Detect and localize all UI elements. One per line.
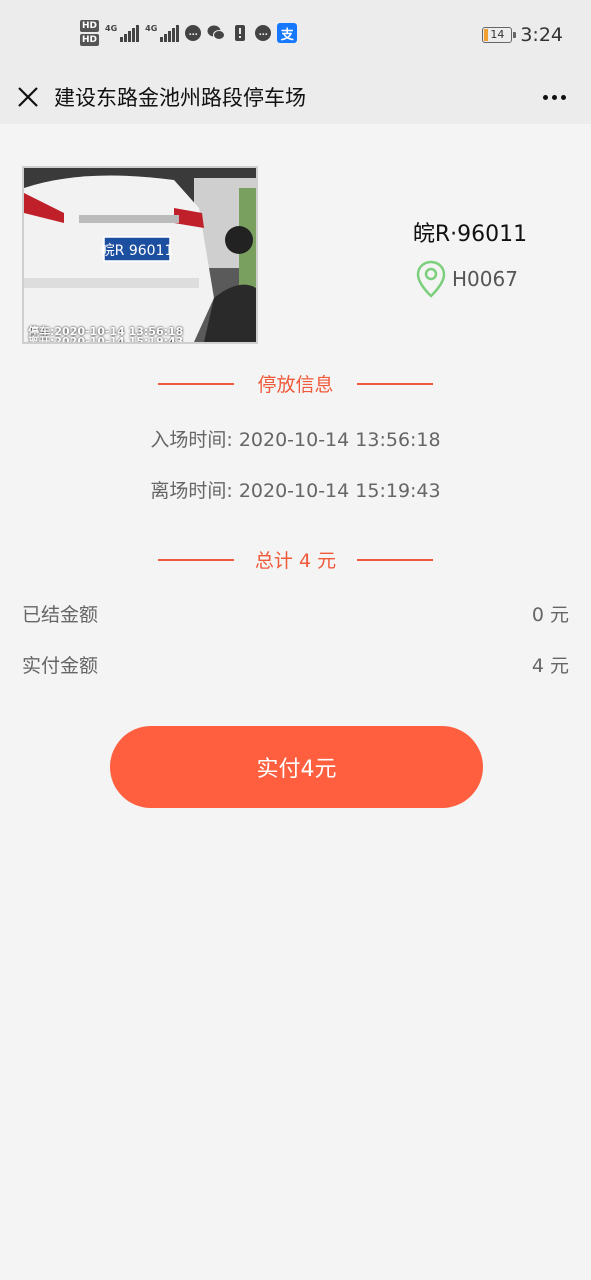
status-icons: HD HD 4G 4G … … 支 [80, 20, 298, 46]
battery-icon: 14 [482, 27, 517, 43]
settled-amount-row: 已结金额 0 元 [22, 600, 569, 627]
pay-button[interactable]: 实付4元 [110, 726, 483, 808]
parking-info-heading: 停放信息 [158, 370, 433, 397]
close-button[interactable] [14, 79, 42, 115]
divider [158, 382, 234, 385]
entry-time: 入场时间: 2020-10-14 13:56:18 [150, 429, 441, 451]
parking-spot: H0067 [416, 260, 518, 298]
divider [158, 558, 234, 561]
photo-timestamp: 离开:2020-10-14 15:19:43 [28, 335, 184, 344]
spot-code: H0067 [452, 267, 518, 291]
nav-bar: 建设东路金池州路段停车场 [0, 70, 591, 124]
hd-indicators: HD HD [80, 20, 100, 46]
section-title: 停放信息 [257, 374, 334, 396]
vehicle-photo[interactable]: 皖R 96011 停车:2020-10-14 13:56:18 离开:2020-… [22, 166, 258, 344]
divider [356, 382, 433, 385]
battery-level: 14 [490, 28, 505, 41]
network-type: 4G [105, 24, 118, 33]
total-heading: 总计 4 元 [158, 546, 433, 573]
exit-time: 离场时间: 2020-10-14 15:19:43 [150, 480, 441, 502]
page-title: 建设东路金池州路段停车场 [54, 86, 306, 110]
hd-badge: HD [80, 34, 100, 46]
paid-amount-value: 4 元 [531, 655, 569, 677]
network-type: 4G [145, 24, 158, 33]
signal-icon: 4G [145, 24, 180, 42]
photo-plate-text: 皖R 96011 [101, 243, 174, 259]
location-pin-icon [416, 260, 446, 298]
message-icon: … [185, 25, 202, 41]
clock: 3:24 [520, 24, 563, 46]
settled-amount-value: 0 元 [531, 604, 569, 626]
section-title: 总计 4 元 [254, 550, 337, 572]
alert-icon [231, 24, 249, 42]
paid-amount-label: 实付金额 [22, 655, 99, 677]
more-options-button[interactable] [539, 82, 569, 112]
status-bar: HD HD 4G 4G … … 支 14 3:24 [0, 0, 591, 70]
license-plate: 皖R·96011 [412, 222, 528, 247]
more-icon [542, 94, 548, 100]
alipay-icon: 支 [277, 23, 298, 43]
paid-amount-row: 实付金额 4 元 [22, 651, 569, 678]
hd-badge: HD [80, 20, 100, 32]
settled-amount-label: 已结金额 [22, 604, 99, 626]
signal-icon: 4G [105, 24, 140, 42]
close-icon[interactable] [17, 86, 39, 108]
message-icon: … [255, 25, 272, 41]
divider [356, 558, 433, 561]
status-right: 14 3:24 [482, 24, 563, 46]
wechat-icon [207, 24, 226, 42]
